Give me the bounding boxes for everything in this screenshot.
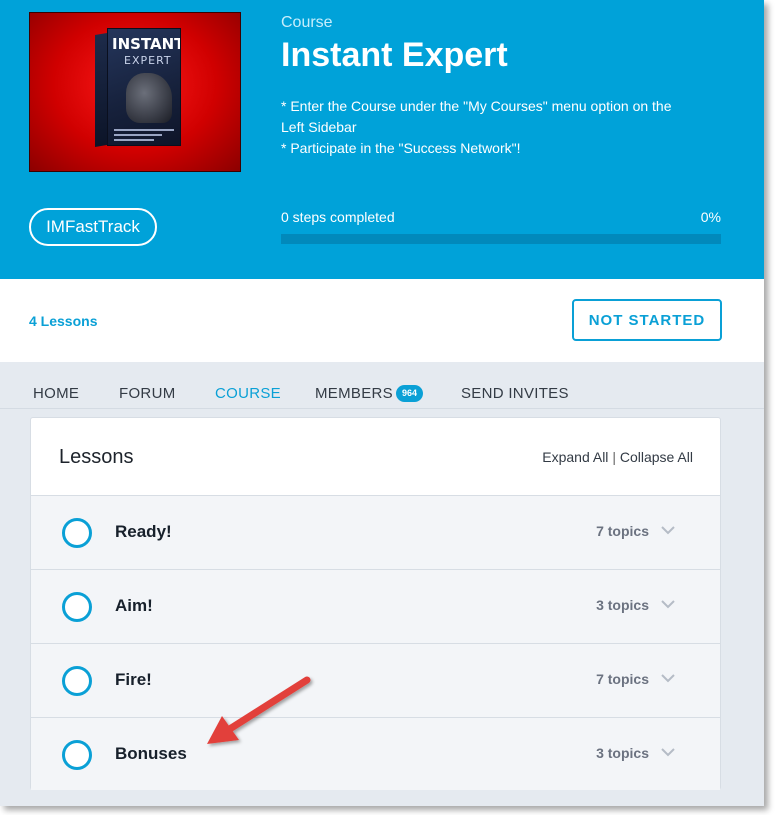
expand-collapse-links: Expand All | Collapse All: [542, 449, 693, 465]
nav-divider: [0, 408, 764, 409]
course-kicker: Course: [281, 14, 333, 31]
lessons-panel: Lessons Expand All | Collapse All Ready!…: [30, 417, 721, 790]
lesson-row-aim[interactable]: Aim! 3 topics: [31, 570, 720, 644]
course-hero: INSTANT EXPERT Course Instant Expert * E…: [0, 0, 764, 279]
box-title: INSTANT: [112, 35, 181, 53]
lesson-topic-count: 3 topics: [596, 597, 649, 613]
course-status-button[interactable]: NOT STARTED: [572, 299, 722, 341]
lesson-topic-count: 7 topics: [596, 523, 649, 539]
circle-ring-icon: [62, 518, 92, 548]
course-status-row: 4 Lessons NOT STARTED: [0, 279, 764, 362]
circle-ring-icon: [62, 666, 92, 696]
lessons-panel-header: Lessons Expand All | Collapse All: [31, 418, 720, 496]
link-separator: |: [612, 449, 616, 465]
product-box-image: INSTANT EXPERT: [95, 28, 181, 152]
expand-all-link[interactable]: Expand All: [542, 449, 608, 465]
nav-send-invites[interactable]: SEND INVITES: [461, 385, 569, 402]
box-subtitle: EXPERT: [124, 54, 172, 67]
nav-members[interactable]: MEMBERS 964: [315, 385, 423, 402]
course-note-line-2: Left Sidebar: [281, 119, 357, 135]
chevron-down-icon[interactable]: [660, 670, 676, 686]
course-page: INSTANT EXPERT Course Instant Expert * E…: [0, 0, 764, 806]
lesson-row-bonuses[interactable]: Bonuses 3 topics: [31, 718, 720, 790]
progress-label: 0 steps completed: [281, 209, 395, 225]
collapse-all-link[interactable]: Collapse All: [620, 449, 693, 465]
red-arrow-icon: [207, 676, 311, 744]
lesson-topic-count: 7 topics: [596, 671, 649, 687]
progress-percent: 0%: [700, 209, 721, 225]
course-thumbnail: INSTANT EXPERT: [29, 12, 241, 172]
lessons-heading: Lessons: [59, 446, 134, 468]
author-button[interactable]: IMFastTrack: [29, 208, 157, 246]
circle-ring-icon: [62, 740, 92, 770]
lesson-count: 4 Lessons: [29, 313, 98, 329]
members-count-badge: 964: [395, 385, 423, 402]
chevron-down-icon[interactable]: [660, 522, 676, 538]
chevron-down-icon[interactable]: [660, 744, 676, 760]
lesson-row-fire[interactable]: Fire! 7 topics: [31, 644, 720, 718]
nav-course[interactable]: COURSE: [215, 385, 281, 402]
lesson-topic-count: 3 topics: [596, 745, 649, 761]
nav-forum[interactable]: FORUM: [119, 385, 176, 402]
chevron-down-icon[interactable]: [660, 596, 676, 612]
course-title: Instant Expert: [281, 36, 508, 74]
box-figure: [126, 73, 172, 123]
lesson-row-ready[interactable]: Ready! 7 topics: [31, 496, 720, 570]
lesson-title[interactable]: Bonuses: [115, 744, 187, 764]
nav-members-label: MEMBERS: [315, 385, 393, 402]
progress-bar: [281, 234, 721, 244]
course-note-line-1: * Enter the Course under the "My Courses…: [281, 98, 672, 114]
lesson-title[interactable]: Aim!: [115, 596, 153, 616]
course-note-line-3: * Participate in the "Success Network"!: [281, 140, 521, 156]
circle-ring-icon: [62, 592, 92, 622]
lesson-title[interactable]: Fire!: [115, 670, 152, 690]
nav-home[interactable]: HOME: [33, 385, 79, 402]
lesson-title[interactable]: Ready!: [115, 522, 172, 542]
